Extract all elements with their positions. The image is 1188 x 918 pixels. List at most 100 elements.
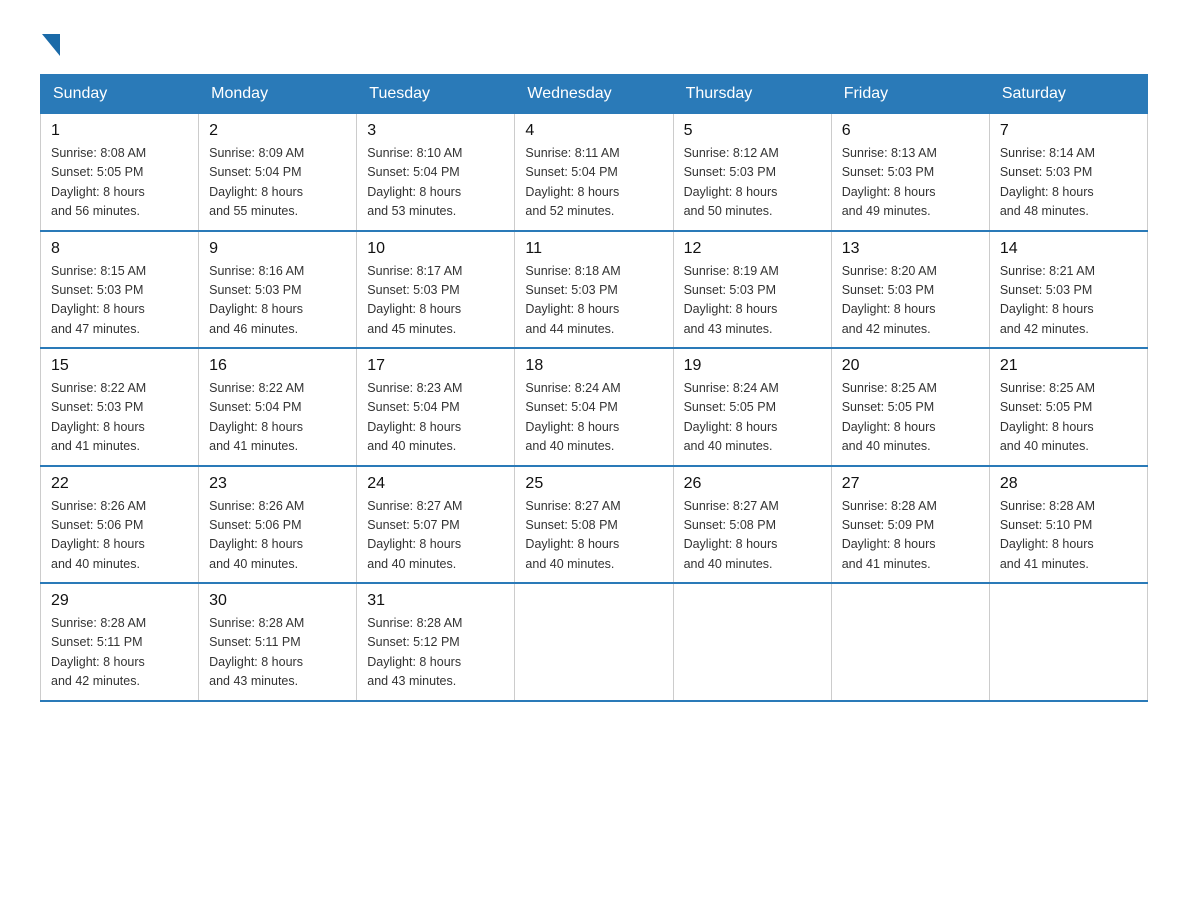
day-number: 10	[367, 240, 504, 258]
calendar-cell: 31 Sunrise: 8:28 AMSunset: 5:12 PMDaylig…	[357, 583, 515, 701]
day-number: 7	[1000, 122, 1137, 140]
day-number: 5	[684, 122, 821, 140]
calendar-week-5: 29 Sunrise: 8:28 AMSunset: 5:11 PMDaylig…	[41, 583, 1148, 701]
day-info: Sunrise: 8:13 AMSunset: 5:03 PMDaylight:…	[842, 144, 979, 222]
day-info: Sunrise: 8:26 AMSunset: 5:06 PMDaylight:…	[209, 497, 346, 575]
day-number: 24	[367, 475, 504, 493]
day-info: Sunrise: 8:28 AMSunset: 5:09 PMDaylight:…	[842, 497, 979, 575]
calendar-cell: 8 Sunrise: 8:15 AMSunset: 5:03 PMDayligh…	[41, 231, 199, 349]
calendar-cell: 4 Sunrise: 8:11 AMSunset: 5:04 PMDayligh…	[515, 114, 673, 231]
day-info: Sunrise: 8:25 AMSunset: 5:05 PMDaylight:…	[842, 379, 979, 457]
day-info: Sunrise: 8:16 AMSunset: 5:03 PMDaylight:…	[209, 262, 346, 340]
day-info: Sunrise: 8:27 AMSunset: 5:08 PMDaylight:…	[684, 497, 821, 575]
day-number: 2	[209, 122, 346, 140]
day-info: Sunrise: 8:11 AMSunset: 5:04 PMDaylight:…	[525, 144, 662, 222]
day-number: 15	[51, 357, 188, 375]
day-header-tuesday: Tuesday	[357, 75, 515, 114]
day-header-friday: Friday	[831, 75, 989, 114]
day-info: Sunrise: 8:26 AMSunset: 5:06 PMDaylight:…	[51, 497, 188, 575]
day-header-monday: Monday	[199, 75, 357, 114]
calendar-cell	[831, 583, 989, 701]
calendar-cell: 27 Sunrise: 8:28 AMSunset: 5:09 PMDaylig…	[831, 466, 989, 584]
logo-arrow-icon	[42, 34, 60, 56]
calendar-cell: 14 Sunrise: 8:21 AMSunset: 5:03 PMDaylig…	[989, 231, 1147, 349]
day-number: 3	[367, 122, 504, 140]
calendar-cell: 26 Sunrise: 8:27 AMSunset: 5:08 PMDaylig…	[673, 466, 831, 584]
day-info: Sunrise: 8:27 AMSunset: 5:08 PMDaylight:…	[525, 497, 662, 575]
day-info: Sunrise: 8:21 AMSunset: 5:03 PMDaylight:…	[1000, 262, 1137, 340]
day-number: 8	[51, 240, 188, 258]
day-number: 11	[525, 240, 662, 258]
day-info: Sunrise: 8:28 AMSunset: 5:12 PMDaylight:…	[367, 614, 504, 692]
calendar-cell: 10 Sunrise: 8:17 AMSunset: 5:03 PMDaylig…	[357, 231, 515, 349]
calendar-week-3: 15 Sunrise: 8:22 AMSunset: 5:03 PMDaylig…	[41, 348, 1148, 466]
calendar-cell: 21 Sunrise: 8:25 AMSunset: 5:05 PMDaylig…	[989, 348, 1147, 466]
calendar-week-4: 22 Sunrise: 8:26 AMSunset: 5:06 PMDaylig…	[41, 466, 1148, 584]
calendar-cell: 3 Sunrise: 8:10 AMSunset: 5:04 PMDayligh…	[357, 114, 515, 231]
calendar-cell: 6 Sunrise: 8:13 AMSunset: 5:03 PMDayligh…	[831, 114, 989, 231]
day-info: Sunrise: 8:28 AMSunset: 5:10 PMDaylight:…	[1000, 497, 1137, 575]
calendar-week-2: 8 Sunrise: 8:15 AMSunset: 5:03 PMDayligh…	[41, 231, 1148, 349]
logo	[40, 30, 60, 54]
page-header	[40, 30, 1148, 54]
day-info: Sunrise: 8:23 AMSunset: 5:04 PMDaylight:…	[367, 379, 504, 457]
calendar-cell	[515, 583, 673, 701]
calendar-cell	[989, 583, 1147, 701]
day-number: 1	[51, 122, 188, 140]
day-number: 13	[842, 240, 979, 258]
day-number: 29	[51, 592, 188, 610]
calendar-cell: 11 Sunrise: 8:18 AMSunset: 5:03 PMDaylig…	[515, 231, 673, 349]
day-header-thursday: Thursday	[673, 75, 831, 114]
day-number: 21	[1000, 357, 1137, 375]
calendar-cell: 13 Sunrise: 8:20 AMSunset: 5:03 PMDaylig…	[831, 231, 989, 349]
calendar-cell: 24 Sunrise: 8:27 AMSunset: 5:07 PMDaylig…	[357, 466, 515, 584]
day-number: 31	[367, 592, 504, 610]
day-info: Sunrise: 8:18 AMSunset: 5:03 PMDaylight:…	[525, 262, 662, 340]
day-number: 19	[684, 357, 821, 375]
day-info: Sunrise: 8:22 AMSunset: 5:03 PMDaylight:…	[51, 379, 188, 457]
day-info: Sunrise: 8:15 AMSunset: 5:03 PMDaylight:…	[51, 262, 188, 340]
day-info: Sunrise: 8:28 AMSunset: 5:11 PMDaylight:…	[51, 614, 188, 692]
calendar-table: SundayMondayTuesdayWednesdayThursdayFrid…	[40, 74, 1148, 702]
calendar-cell: 30 Sunrise: 8:28 AMSunset: 5:11 PMDaylig…	[199, 583, 357, 701]
calendar-cell: 22 Sunrise: 8:26 AMSunset: 5:06 PMDaylig…	[41, 466, 199, 584]
calendar-cell: 1 Sunrise: 8:08 AMSunset: 5:05 PMDayligh…	[41, 114, 199, 231]
day-number: 23	[209, 475, 346, 493]
day-number: 4	[525, 122, 662, 140]
day-info: Sunrise: 8:12 AMSunset: 5:03 PMDaylight:…	[684, 144, 821, 222]
calendar-cell: 2 Sunrise: 8:09 AMSunset: 5:04 PMDayligh…	[199, 114, 357, 231]
day-number: 28	[1000, 475, 1137, 493]
day-info: Sunrise: 8:20 AMSunset: 5:03 PMDaylight:…	[842, 262, 979, 340]
day-number: 25	[525, 475, 662, 493]
calendar-cell: 7 Sunrise: 8:14 AMSunset: 5:03 PMDayligh…	[989, 114, 1147, 231]
calendar-cell: 5 Sunrise: 8:12 AMSunset: 5:03 PMDayligh…	[673, 114, 831, 231]
day-number: 12	[684, 240, 821, 258]
day-number: 18	[525, 357, 662, 375]
day-info: Sunrise: 8:08 AMSunset: 5:05 PMDaylight:…	[51, 144, 188, 222]
day-number: 14	[1000, 240, 1137, 258]
calendar-cell: 20 Sunrise: 8:25 AMSunset: 5:05 PMDaylig…	[831, 348, 989, 466]
day-header-wednesday: Wednesday	[515, 75, 673, 114]
calendar-week-1: 1 Sunrise: 8:08 AMSunset: 5:05 PMDayligh…	[41, 114, 1148, 231]
calendar-cell: 25 Sunrise: 8:27 AMSunset: 5:08 PMDaylig…	[515, 466, 673, 584]
calendar-cell: 18 Sunrise: 8:24 AMSunset: 5:04 PMDaylig…	[515, 348, 673, 466]
day-info: Sunrise: 8:28 AMSunset: 5:11 PMDaylight:…	[209, 614, 346, 692]
day-info: Sunrise: 8:10 AMSunset: 5:04 PMDaylight:…	[367, 144, 504, 222]
day-info: Sunrise: 8:27 AMSunset: 5:07 PMDaylight:…	[367, 497, 504, 575]
day-info: Sunrise: 8:24 AMSunset: 5:04 PMDaylight:…	[525, 379, 662, 457]
day-info: Sunrise: 8:25 AMSunset: 5:05 PMDaylight:…	[1000, 379, 1137, 457]
day-number: 26	[684, 475, 821, 493]
calendar-cell: 17 Sunrise: 8:23 AMSunset: 5:04 PMDaylig…	[357, 348, 515, 466]
day-info: Sunrise: 8:22 AMSunset: 5:04 PMDaylight:…	[209, 379, 346, 457]
calendar-header-row: SundayMondayTuesdayWednesdayThursdayFrid…	[41, 75, 1148, 114]
day-number: 30	[209, 592, 346, 610]
calendar-cell: 28 Sunrise: 8:28 AMSunset: 5:10 PMDaylig…	[989, 466, 1147, 584]
day-number: 27	[842, 475, 979, 493]
calendar-cell: 16 Sunrise: 8:22 AMSunset: 5:04 PMDaylig…	[199, 348, 357, 466]
calendar-cell: 12 Sunrise: 8:19 AMSunset: 5:03 PMDaylig…	[673, 231, 831, 349]
calendar-cell: 9 Sunrise: 8:16 AMSunset: 5:03 PMDayligh…	[199, 231, 357, 349]
day-info: Sunrise: 8:17 AMSunset: 5:03 PMDaylight:…	[367, 262, 504, 340]
day-header-saturday: Saturday	[989, 75, 1147, 114]
day-number: 6	[842, 122, 979, 140]
day-number: 16	[209, 357, 346, 375]
